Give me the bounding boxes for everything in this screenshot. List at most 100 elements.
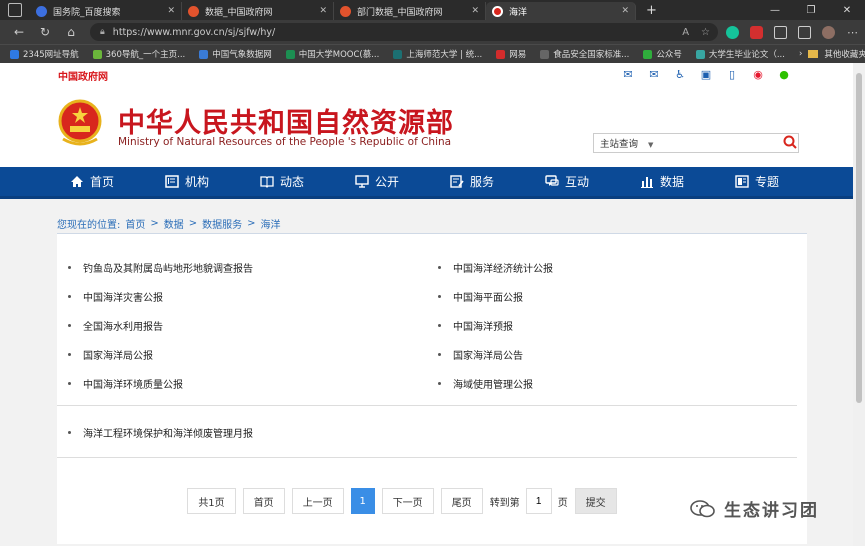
close-icon[interactable]: ✕ xyxy=(167,6,175,16)
last-page-button[interactable]: 尾页 xyxy=(440,488,483,514)
nav-item-data[interactable]: 数据 xyxy=(640,173,735,190)
bullet-icon xyxy=(438,295,441,298)
other-bookmarks[interactable]: 其他收藏夹 xyxy=(824,48,865,60)
list-item[interactable]: 钓鱼岛及其附属岛屿地形地貌调查报告 xyxy=(68,253,438,282)
mail-icon[interactable]: ✉ xyxy=(621,69,635,81)
list-item[interactable]: 中国海平面公报 xyxy=(438,282,808,311)
nav-item-public[interactable]: 公开 xyxy=(355,173,450,190)
bullet-icon xyxy=(68,266,71,269)
bookmark-item[interactable]: 公众号 xyxy=(643,48,682,60)
bullet-icon xyxy=(438,382,441,385)
bookmark-item[interactable]: 中国气象数据网 xyxy=(199,48,272,60)
org-icon xyxy=(165,175,179,188)
nav-item-news[interactable]: 动态 xyxy=(260,173,355,190)
url-field[interactable]: 🔒︎ https://www.mnr.gov.cn/sj/sjfw/hy/ A … xyxy=(90,23,718,41)
browser-tab-1[interactable]: 国务院_百度搜索 ✕ xyxy=(30,2,182,20)
bookmark-item[interactable]: 上海师范大学 | 统... xyxy=(393,48,482,60)
site-subtitle: Ministry of Natural Resources of the Peo… xyxy=(118,136,452,148)
extension-red-icon[interactable] xyxy=(750,25,763,39)
bookmark-item[interactable]: 食品安全国家标准... xyxy=(540,48,629,60)
page-total: 共1页 xyxy=(187,488,236,514)
chevron-right-icon[interactable]: › xyxy=(799,49,802,59)
bookmark-item[interactable]: 2345网址导航 xyxy=(10,48,79,60)
close-icon[interactable]: ✕ xyxy=(621,6,629,16)
list-item[interactable]: 中国海洋经济统计公报 xyxy=(438,253,808,282)
scrollbar-thumb[interactable] xyxy=(856,73,862,403)
browser-tab-2[interactable]: 数据_中国政府网 ✕ xyxy=(182,2,334,20)
list-item[interactable]: 中国海洋预报 xyxy=(438,311,808,340)
bullet-icon xyxy=(68,295,71,298)
list-item[interactable]: 国家海洋局公告 xyxy=(438,340,808,369)
reload-icon[interactable]: ↻ xyxy=(32,25,58,39)
list-item[interactable]: 全国海水利用报告 xyxy=(68,311,438,340)
window-menu-icon[interactable] xyxy=(8,3,22,17)
topic-icon xyxy=(735,175,749,188)
top-icons: ✉ ✉ ♿︎ ▣ ▯ ◉ ● xyxy=(621,69,791,81)
maximize-icon[interactable]: ❐ xyxy=(793,5,829,20)
breadcrumb-item[interactable]: 数据服务 xyxy=(202,216,242,231)
breadcrumb-item[interactable]: 首页 xyxy=(125,216,145,231)
nav-item-home[interactable]: 首页 xyxy=(70,173,165,190)
minimize-icon[interactable]: — xyxy=(757,5,793,20)
close-icon[interactable]: ✕ xyxy=(319,6,327,16)
list-item[interactable]: 中国海洋环境质量公报 xyxy=(68,369,438,398)
collections-icon[interactable] xyxy=(798,25,811,39)
favorite-star-icon[interactable]: ☆ xyxy=(701,27,710,38)
next-page-button[interactable]: 下一页 xyxy=(381,488,434,514)
bullet-icon xyxy=(68,353,71,356)
nav-item-service[interactable]: 服务 xyxy=(450,173,545,190)
close-window-icon[interactable]: ✕ xyxy=(829,5,865,20)
search-input[interactable] xyxy=(665,135,783,151)
chart-icon xyxy=(641,177,653,188)
lock-icon[interactable]: 🔒︎ xyxy=(100,27,105,37)
breadcrumb: 您现在的位置: 首页 > 数据 > 数据服务 > 海洋 xyxy=(57,214,807,234)
mobile-icon[interactable]: ▯ xyxy=(725,69,739,81)
envelope-icon[interactable]: ✉ xyxy=(647,69,661,81)
bookmark-item[interactable]: 中国大学MOOC(慕... xyxy=(285,48,379,60)
page-number-input[interactable] xyxy=(525,488,552,514)
bookmark-item[interactable]: 大学生毕业论文（... xyxy=(695,48,785,60)
nav-item-interact[interactable]: 互动 xyxy=(545,173,640,190)
new-tab-button[interactable]: + xyxy=(636,3,667,20)
gov-portal-link[interactable]: 中国政府网 xyxy=(58,68,108,83)
list-item[interactable]: 海洋工程环境保护和海洋倾废管理月报 xyxy=(68,418,807,447)
extension-grammarly-icon[interactable] xyxy=(726,25,739,39)
app-icon[interactable]: ▣ xyxy=(699,69,713,81)
bookmark-favicon xyxy=(496,49,506,59)
extensions-puzzle-icon[interactable] xyxy=(774,25,787,39)
bookmark-item[interactable]: 360导航_一个主页... xyxy=(92,48,185,60)
current-page[interactable]: 1 xyxy=(350,488,375,514)
page-scrollbar[interactable] xyxy=(853,63,865,546)
wechat-icon[interactable]: ● xyxy=(777,69,791,81)
submit-page-button[interactable]: 提交 xyxy=(574,488,617,514)
list-item[interactable]: 海域使用管理公报 xyxy=(438,369,808,398)
breadcrumb-item[interactable]: 数据 xyxy=(164,216,184,231)
search-button[interactable] xyxy=(782,135,798,152)
wechat-watermark-icon xyxy=(690,499,715,517)
weibo-icon[interactable]: ◉ xyxy=(751,69,765,81)
more-menu-icon[interactable]: ⋯ xyxy=(846,26,859,39)
search-scope-select[interactable]: 主站查询 ▼ xyxy=(594,136,665,150)
nav-item-topic[interactable]: 专题 xyxy=(735,173,830,190)
form-icon xyxy=(450,175,464,188)
back-icon[interactable]: ← xyxy=(6,25,32,39)
caret-down-icon: ▼ xyxy=(648,141,654,149)
url-text: https://www.mnr.gov.cn/sj/sjfw/hy/ xyxy=(112,26,276,38)
accessibility-icon[interactable]: ♿︎ xyxy=(673,69,687,81)
close-icon[interactable]: ✕ xyxy=(471,6,479,16)
watermark: 生态讲习团 xyxy=(690,496,819,521)
list-item[interactable]: 国家海洋局公报 xyxy=(68,340,438,369)
browser-tabbar: 国务院_百度搜索 ✕ 数据_中国政府网 ✕ 部门数据_中国政府网 ✕ 海洋 ✕ … xyxy=(0,0,865,20)
browser-tab-3[interactable]: 部门数据_中国政府网 ✕ xyxy=(334,2,486,20)
browser-tab-4[interactable]: 海洋 ✕ xyxy=(486,2,636,20)
breadcrumb-item[interactable]: 海洋 xyxy=(261,216,281,231)
tab-favicon xyxy=(36,5,47,17)
list-item[interactable]: 中国海洋灾害公报 xyxy=(68,282,438,311)
nav-item-org[interactable]: 机构 xyxy=(165,173,260,190)
prev-page-button[interactable]: 上一页 xyxy=(291,488,344,514)
bookmark-item[interactable]: 网易 xyxy=(496,48,526,60)
profile-avatar-icon[interactable] xyxy=(822,25,835,39)
home-icon[interactable]: ⌂ xyxy=(58,25,84,39)
first-page-button[interactable]: 首页 xyxy=(242,488,285,514)
read-aloud-icon[interactable]: A xyxy=(682,27,689,38)
